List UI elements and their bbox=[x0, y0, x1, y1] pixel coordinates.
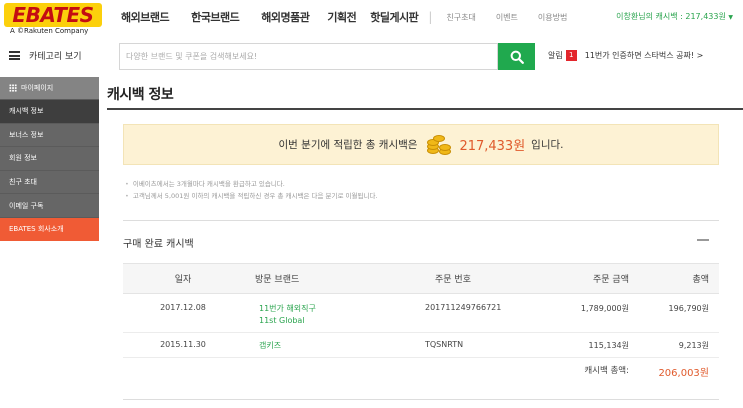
brand-link[interactable]: 11번가 해외직구 bbox=[259, 303, 373, 315]
notice-bar[interactable]: 알림 1 11번가 인증하면 스타벅스 공짜! > bbox=[548, 50, 703, 61]
sidebar-item-label: 회원 정보 bbox=[9, 154, 37, 163]
search-input[interactable] bbox=[120, 44, 497, 69]
nav-divider: | bbox=[428, 10, 433, 24]
top-nav: 해외브랜드 한국브랜드 해외명품관 기획전 핫딜게시판 | 친구초대 이벤트 이… bbox=[121, 0, 587, 34]
cell-order: 201711249766721 bbox=[373, 293, 533, 333]
nav-korean-brands[interactable]: 한국브랜드 bbox=[191, 9, 240, 25]
summary-amount: 217,433원 bbox=[459, 139, 526, 154]
page-title: 캐시백 정보 bbox=[107, 87, 174, 103]
sidebar-item-cashback-info[interactable]: 캐시백 정보 bbox=[0, 99, 99, 123]
sidebar-item-about-ebates[interactable]: EBATES 회사소개 bbox=[0, 216, 99, 241]
cell-date: 2015.11.30 bbox=[123, 332, 243, 358]
summary-suffix: 입니다. bbox=[531, 139, 564, 151]
col-header-total: 총액 bbox=[629, 263, 719, 294]
sidebar-item-label: 친구 초대 bbox=[9, 178, 37, 187]
category-label: 카테고리 보기 bbox=[29, 52, 82, 62]
info-item: 고객님께서 5,001원 이하의 캐시백을 적립하신 경우 총 캐시백은 다음 … bbox=[125, 190, 378, 202]
nav-overseas-brands[interactable]: 해외브랜드 bbox=[121, 9, 170, 25]
table-row: 2015.11.30 갭키즈 TQSNRTN 115,134원 9,213원 bbox=[123, 332, 719, 358]
ebates-logo[interactable]: EBATES A ©Rakuten Company bbox=[4, 3, 102, 36]
top-bar: EBATES A ©Rakuten Company 해외브랜드 한국브랜드 해외… bbox=[0, 0, 743, 38]
cell-brand: 갭키즈 bbox=[243, 332, 373, 358]
col-header-order: 주문 번호 bbox=[373, 263, 533, 294]
search-box bbox=[119, 43, 498, 70]
cashback-table: 일자 방문 브랜드 주문 번호 주문 금액 총액 2017.12.08 11번가… bbox=[123, 263, 719, 383]
cell-total: 196,790원 bbox=[629, 293, 719, 333]
sidebar: 마이페이지 캐시백 정보 보너스 정보 회원 정보 친구 초대 이메일 구독 E… bbox=[0, 77, 99, 408]
notice-count-badge: 1 bbox=[565, 50, 577, 61]
sidebar-header[interactable]: 마이페이지 bbox=[0, 77, 99, 99]
notice-text: 11번가 인증하면 스타벅스 공짜! > bbox=[584, 51, 704, 60]
cashback-summary-box: 이번 분기에 적립한 총 캐시백은 217,433원 입니다. bbox=[123, 124, 719, 165]
sidebar-item-label: 캐시백 정보 bbox=[9, 107, 44, 116]
sidebar-item-email-subscription[interactable]: 이메일 구독 bbox=[0, 193, 99, 217]
table-row: 2017.12.08 11번가 해외직구 11st Global 2017112… bbox=[123, 293, 719, 333]
search-button[interactable] bbox=[498, 43, 535, 70]
nav-promotions[interactable]: 기획전 bbox=[327, 9, 356, 25]
total-label: 캐시백 총액: bbox=[584, 366, 629, 376]
user-cashback-text: 이창환님의 캐시백 : 217,433원 bbox=[616, 12, 726, 21]
cell-amount: 1,789,000원 bbox=[533, 293, 629, 333]
section-title: 구매 완료 캐시백 bbox=[123, 239, 194, 250]
nav-hotdeal-board[interactable]: 핫딜게시판 bbox=[370, 9, 419, 25]
cell-order: TQSNRTN bbox=[373, 332, 533, 358]
sidebar-item-invite-friends[interactable]: 친구 초대 bbox=[0, 169, 99, 194]
logo-wordmark: EBATES bbox=[4, 3, 102, 27]
collapse-icon[interactable] bbox=[697, 239, 709, 241]
col-header-date: 일자 bbox=[123, 263, 243, 294]
cell-total-value: 206,003원 bbox=[629, 358, 719, 383]
cell-total-label: 캐시백 총액: bbox=[533, 358, 629, 383]
notice-label: 알림 bbox=[548, 51, 563, 60]
sidebar-item-label: 보너스 정보 bbox=[9, 130, 44, 139]
user-cashback-menu[interactable]: 이창환님의 캐시백 : 217,433원 ▼ bbox=[616, 11, 733, 22]
search-icon bbox=[510, 50, 524, 64]
sidebar-item-member-info[interactable]: 회원 정보 bbox=[0, 146, 99, 170]
nav-how-to-use[interactable]: 이용방법 bbox=[538, 12, 567, 23]
hamburger-icon bbox=[9, 51, 20, 60]
col-header-amount: 주문 금액 bbox=[533, 263, 629, 294]
title-divider bbox=[107, 108, 743, 110]
grid-icon bbox=[9, 84, 17, 92]
col-header-brand: 방문 브랜드 bbox=[243, 263, 373, 294]
table-bottom-divider bbox=[123, 399, 719, 400]
sidebar-item-label: 이메일 구독 bbox=[9, 201, 44, 210]
sidebar-item-label: EBATES 회사소개 bbox=[9, 225, 64, 234]
brand-link[interactable]: 갭키즈 bbox=[259, 340, 373, 352]
nav-events[interactable]: 이벤트 bbox=[496, 12, 518, 23]
section-divider bbox=[123, 220, 719, 221]
category-button[interactable]: 카테고리 보기 bbox=[0, 41, 116, 70]
nav-luxury[interactable]: 해외명품관 bbox=[261, 9, 310, 25]
info-item: 이베이츠에서는 3개월마다 캐시백을 환급하고 있습니다. bbox=[125, 178, 378, 190]
coins-icon bbox=[425, 133, 455, 157]
sidebar-item-bonus-info[interactable]: 보너스 정보 bbox=[0, 122, 99, 147]
cell-amount: 115,134원 bbox=[533, 332, 629, 358]
total-value: 206,003원 bbox=[658, 368, 709, 379]
table-total-row: 캐시백 총액: 206,003원 bbox=[123, 358, 719, 383]
cell-brand: 11번가 해외직구 11st Global bbox=[243, 293, 373, 333]
caret-down-icon: ▼ bbox=[728, 14, 733, 21]
cell-total: 9,213원 bbox=[629, 332, 719, 358]
cell-date: 2017.12.08 bbox=[123, 293, 243, 333]
logo-subtitle: A ©Rakuten Company bbox=[10, 27, 89, 35]
info-list: 이베이츠에서는 3개월마다 캐시백을 환급하고 있습니다. 고객님께서 5,00… bbox=[125, 178, 378, 202]
table-header-row: 일자 방문 브랜드 주문 번호 주문 금액 총액 bbox=[123, 263, 719, 294]
search-row: 카테고리 보기 알림 1 11번가 인증하면 스타벅스 공짜! > bbox=[0, 41, 743, 70]
sidebar-header-label: 마이페이지 bbox=[21, 84, 54, 92]
summary-prefix: 이번 분기에 적립한 총 캐시백은 bbox=[278, 139, 418, 151]
nav-invite-friends[interactable]: 친구초대 bbox=[446, 12, 475, 23]
brand-link-sub[interactable]: 11st Global bbox=[259, 315, 373, 327]
